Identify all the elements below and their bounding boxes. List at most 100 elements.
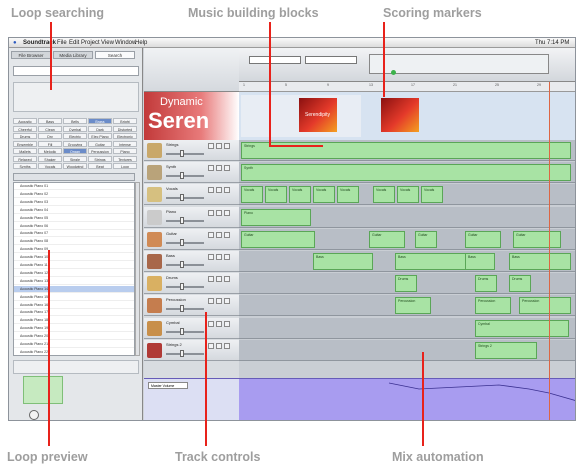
menu-file[interactable]: File <box>57 38 67 48</box>
timeline-ruler[interactable]: 1 5 9 13 17 21 25 29 <box>239 82 575 92</box>
solo-button[interactable] <box>216 276 222 283</box>
keyword-button[interactable]: Dry <box>38 133 62 139</box>
lock-button[interactable] <box>224 254 230 260</box>
keyword-button[interactable]: Cheerful <box>13 125 37 132</box>
lock-button[interactable] <box>224 187 230 194</box>
track-header[interactable]: Piano <box>144 206 239 228</box>
audio-loop-region[interactable]: Drums <box>395 275 417 293</box>
audio-loop-region[interactable]: Vocals <box>289 186 311 204</box>
track-header[interactable]: Cymbal <box>144 317 239 339</box>
track-header[interactable]: Drums <box>144 273 239 295</box>
audio-loop-region[interactable]: Bass <box>313 253 373 270</box>
keyword-button[interactable]: Vocals <box>38 163 62 169</box>
loop-list-item[interactable]: Acoustic Piano 03 <box>14 199 134 206</box>
keyword-button[interactable]: Bright <box>113 118 137 124</box>
loop-list-item[interactable]: Acoustic Piano 15 <box>14 294 134 301</box>
keyword-button[interactable]: Relaxed <box>13 155 37 162</box>
lock-button[interactable] <box>224 320 230 327</box>
track-header[interactable]: Synth <box>144 162 239 184</box>
menu-view[interactable]: View <box>101 38 114 48</box>
keyword-button[interactable]: Electric <box>63 133 87 139</box>
audio-loop-region[interactable]: Bass <box>395 253 475 270</box>
keyword-button[interactable]: Elec Piano <box>88 133 112 139</box>
playhead[interactable] <box>549 82 550 420</box>
keyword-button[interactable]: Distorted <box>113 125 137 132</box>
solo-button[interactable] <box>216 209 222 216</box>
loop-list-item[interactable]: Acoustic Piano 18 <box>14 317 134 325</box>
loop-list-item[interactable]: Acoustic Piano 06 <box>14 223 134 230</box>
mute-button[interactable] <box>208 320 214 327</box>
keyword-button[interactable]: Synths <box>13 163 37 169</box>
loop-list-item[interactable]: Acoustic Piano 22 <box>14 349 134 355</box>
track-volume-knob[interactable] <box>180 150 184 157</box>
track-volume-slider[interactable] <box>166 219 204 222</box>
menu-help[interactable]: Help <box>135 38 147 48</box>
keyword-button[interactable]: Beat <box>88 163 112 169</box>
lock-button[interactable] <box>224 143 230 149</box>
audio-loop-region[interactable]: Vocals <box>397 186 419 204</box>
mix-automation-lane[interactable] <box>239 378 576 421</box>
mute-button[interactable] <box>208 276 214 283</box>
mute-button[interactable] <box>208 187 214 194</box>
audio-loop-region[interactable]: Vocals <box>373 186 395 204</box>
track-volume-knob[interactable] <box>180 327 184 335</box>
track-volume-knob[interactable] <box>180 194 184 202</box>
automation-param-select[interactable]: Master Volume <box>148 382 188 389</box>
audio-loop-region[interactable]: Vocals <box>421 186 443 204</box>
scoring-marker-icon[interactable] <box>391 70 396 75</box>
loop-list-item[interactable]: Acoustic Piano 02 <box>14 191 134 198</box>
track-header[interactable]: Strings 2 <box>144 339 239 361</box>
track-volume-knob[interactable] <box>180 261 184 268</box>
play-icon[interactable] <box>29 410 39 420</box>
menu-edit[interactable]: Edit <box>69 38 79 48</box>
search-input[interactable] <box>13 66 139 76</box>
menu-window[interactable]: Window <box>115 38 136 48</box>
audio-loop-region[interactable]: Drums <box>509 275 531 293</box>
loop-list-item[interactable]: Acoustic Piano 16 <box>14 302 134 309</box>
keyword-button[interactable]: Cymbal <box>63 125 87 132</box>
keyword-button[interactable]: Mallets <box>13 148 37 154</box>
keyword-button[interactable]: Brass <box>88 118 112 124</box>
audio-loop-region[interactable]: Guitar <box>241 230 315 248</box>
automation-curve[interactable] <box>239 379 576 421</box>
track-volume-knob[interactable] <box>180 216 184 224</box>
loop-list-item[interactable]: Acoustic Piano 01 <box>14 183 134 190</box>
lock-button[interactable] <box>224 276 230 283</box>
lock-button[interactable] <box>224 231 230 238</box>
lock-button[interactable] <box>224 209 230 216</box>
track-volume-slider[interactable] <box>166 264 204 266</box>
track-volume-knob[interactable] <box>180 349 184 357</box>
loop-list-item[interactable]: Acoustic Piano 07 <box>14 230 134 238</box>
audio-loop-region[interactable]: Bass <box>465 253 495 270</box>
solo-button[interactable] <box>216 231 222 238</box>
keyword-button[interactable]: Electronic <box>113 133 137 139</box>
track-volume-slider[interactable] <box>166 308 204 311</box>
track-volume-slider[interactable] <box>166 241 204 244</box>
keyword-button[interactable]: Melodic <box>38 148 62 154</box>
mute-button[interactable] <box>208 143 214 149</box>
keyword-button[interactable]: Woodwind <box>63 163 87 169</box>
track-volume-slider[interactable] <box>166 197 204 200</box>
track-volume-knob[interactable] <box>180 305 184 313</box>
audio-loop-region[interactable]: Synth <box>241 164 571 182</box>
audio-loop-region[interactable]: Guitar <box>415 230 437 248</box>
loop-list-item[interactable]: Acoustic Piano 13 <box>14 278 134 285</box>
mute-button[interactable] <box>208 342 214 349</box>
tab-search[interactable]: Search <box>95 51 135 59</box>
keyword-button[interactable]: Guitar <box>88 140 112 147</box>
audio-loop-region[interactable]: Piano <box>241 208 311 226</box>
track-volume-slider[interactable] <box>166 153 204 155</box>
audio-loop-region[interactable]: Guitar <box>465 230 501 248</box>
track-volume-slider[interactable] <box>166 330 204 333</box>
mute-button[interactable] <box>208 231 214 238</box>
keyword-button[interactable]: Dark <box>88 125 112 132</box>
audio-loop-region[interactable]: Percussion <box>519 297 571 315</box>
loop-list-scrollbar[interactable] <box>135 182 140 356</box>
loop-list-item[interactable]: Acoustic Piano 09 <box>14 246 134 254</box>
track-header[interactable]: Percussion <box>144 295 239 317</box>
keyword-button[interactable]: Clean <box>38 125 62 132</box>
audio-loop-region[interactable]: Vocals <box>313 186 335 204</box>
keyword-button[interactable]: Strings <box>88 155 112 162</box>
keyword-button[interactable]: Shaker <box>38 155 62 162</box>
audio-loop-region[interactable]: Guitar <box>369 230 405 248</box>
